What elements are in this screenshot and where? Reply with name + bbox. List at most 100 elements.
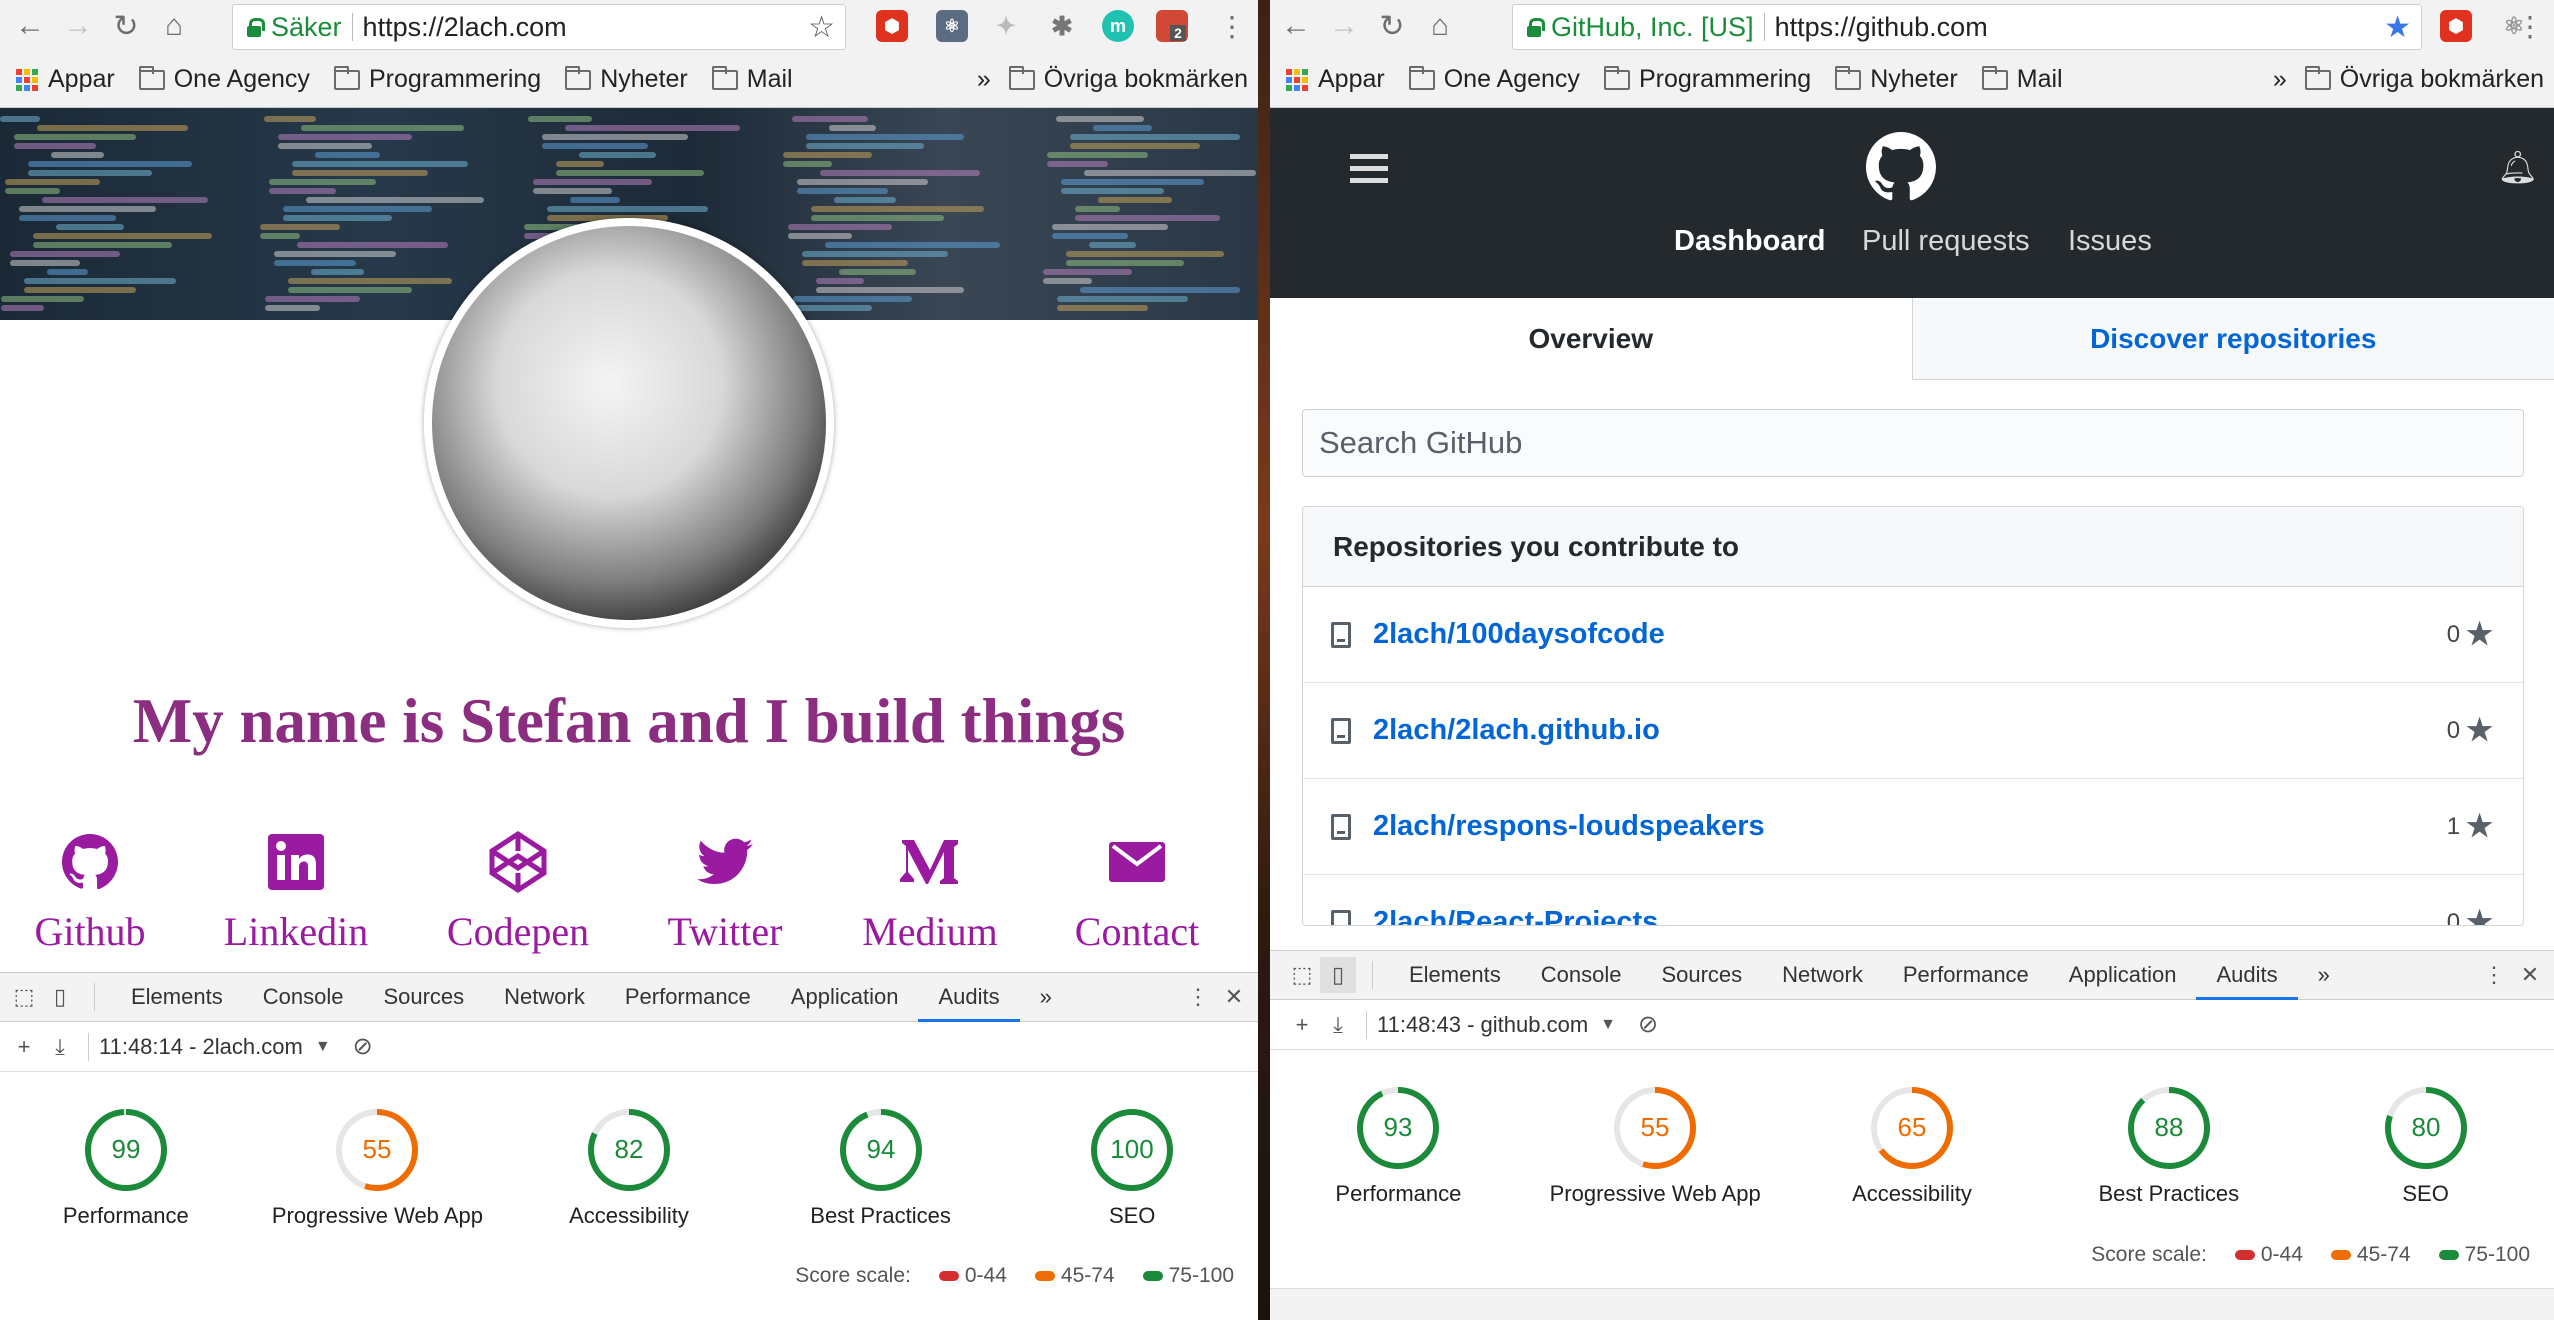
repo-link[interactable]: 2lach/100daysofcode (1373, 618, 1665, 651)
inspect-icon[interactable]: ⬚ (6, 979, 42, 1015)
nav-pull-requests[interactable]: Pull requests (1862, 225, 2030, 258)
tab-elements[interactable]: Elements (1389, 951, 1521, 999)
bookmarks-overflow-icon[interactable]: » (2273, 65, 2287, 94)
gauge-accessibility[interactable]: 82 Accessibility (503, 1105, 755, 1265)
repo-row[interactable]: 2lach/100daysofcode 0 ★ (1303, 587, 2523, 683)
social-link-codepen[interactable]: Codepen (418, 830, 618, 955)
gauge-seo[interactable]: 100 SEO (1006, 1105, 1258, 1265)
tab-network[interactable]: Network (1762, 951, 1883, 999)
dropdown-arrow-icon[interactable]: ▼ (1600, 1016, 1616, 1034)
clear-icon[interactable]: ⊘ (1638, 1010, 1658, 1039)
address-bar[interactable]: GitHub, Inc. [US] https://github.com ★ (1512, 4, 2422, 50)
tab-network[interactable]: Network (484, 973, 605, 1021)
close-devtools-icon[interactable]: ✕ (1216, 979, 1252, 1015)
bookmark-nyheter[interactable]: Nyheter (565, 65, 688, 94)
social-link-medium[interactable]: Medium (830, 830, 1030, 955)
back-icon[interactable]: ← (1276, 6, 1316, 46)
bookmark-programmering[interactable]: Programmering (1603, 65, 1811, 94)
more-tabs-icon[interactable]: » (2298, 951, 2350, 999)
close-devtools-icon[interactable]: ✕ (2512, 957, 2548, 993)
gauge-best-practices[interactable]: 88 Best Practices (2040, 1083, 2297, 1243)
more-tabs-icon[interactable]: » (1020, 973, 1072, 1021)
reload-icon[interactable]: ↻ (106, 6, 146, 46)
forward-icon[interactable]: → (58, 6, 98, 46)
bookmark-star-icon[interactable]: ☆ (808, 10, 835, 45)
tab-sources[interactable]: Sources (363, 973, 484, 1021)
tab-audits[interactable]: Audits (2196, 951, 2298, 1000)
bookmark-one-agency[interactable]: One Agency (138, 65, 310, 94)
menu-dots-icon[interactable]: ⋮ (1212, 6, 1252, 46)
inspect-icon[interactable]: ⬚ (1284, 957, 1320, 993)
repo-link[interactable]: 2lach/2lach.github.io (1373, 714, 1660, 747)
clear-icon[interactable]: ⊘ (353, 1032, 373, 1061)
tab-application[interactable]: Application (771, 973, 919, 1021)
tab-console[interactable]: Console (243, 973, 364, 1021)
gauge-performance[interactable]: 99 Performance (0, 1105, 252, 1265)
devtools-menu-icon[interactable]: ⋮ (1180, 979, 1216, 1015)
social-link-github[interactable]: Github (0, 830, 190, 955)
home-icon[interactable]: ⌂ (154, 6, 194, 46)
bookmark-nyheter[interactable]: Nyheter (1835, 65, 1958, 94)
bookmark-appar[interactable]: Appar (1286, 65, 1385, 94)
new-audit-icon[interactable]: + (6, 1029, 42, 1065)
tab-elements[interactable]: Elements (111, 973, 243, 1021)
tab-sources[interactable]: Sources (1641, 951, 1762, 999)
extension-dots-icon[interactable]: ✦ (990, 10, 1022, 42)
hamburger-icon[interactable] (1350, 154, 1388, 183)
tab-overview[interactable]: Overview (1270, 298, 1912, 380)
bookmark-mail[interactable]: Mail (711, 65, 793, 94)
ublock-extension-icon[interactable]: ⬢ (2440, 10, 2472, 42)
download-icon[interactable]: ⤓ (42, 1029, 78, 1065)
repo-row[interactable]: 2lach/respons-loudspeakers 1 ★ (1303, 779, 2523, 875)
other-bookmarks[interactable]: Övriga bokmärken (1008, 65, 1248, 94)
dropdown-arrow-icon[interactable]: ▼ (315, 1038, 331, 1056)
m-extension-icon[interactable]: m (1102, 10, 1134, 42)
notification-bell-icon[interactable]: 🔔︎ (2497, 148, 2538, 186)
report-select[interactable]: 11:48:14 - 2lach.com (99, 1034, 303, 1060)
gauge-seo[interactable]: 80 SEO (2297, 1083, 2554, 1243)
devtools-menu-icon[interactable]: ⋮ (2476, 957, 2512, 993)
calendar-extension-icon[interactable]: 2 (1156, 10, 1188, 42)
other-bookmarks[interactable]: Övriga bokmärken (2304, 65, 2544, 94)
home-icon[interactable]: ⌂ (1420, 6, 1460, 46)
address-bar[interactable]: Säker https://2lach.com ☆ (232, 4, 846, 50)
bug-icon[interactable]: ✱ (1046, 10, 1078, 42)
tab-application[interactable]: Application (2049, 951, 2197, 999)
nav-dashboard[interactable]: Dashboard (1674, 225, 1825, 258)
tab-console[interactable]: Console (1521, 951, 1642, 999)
repo-row[interactable]: 2lach/2lach.github.io 0 ★ (1303, 683, 2523, 779)
social-link-twitter[interactable]: Twitter (625, 830, 825, 955)
gauge-best-practices[interactable]: 94 Best Practices (755, 1105, 1007, 1265)
report-select[interactable]: 11:48:43 - github.com (1377, 1012, 1588, 1038)
repo-link[interactable]: 2lach/respons-loudspeakers (1373, 810, 1765, 843)
download-icon[interactable]: ⤓ (1320, 1007, 1356, 1043)
menu-dots-icon[interactable]: ⋮ (2510, 6, 2550, 46)
search-input[interactable]: Search GitHub (1302, 409, 2524, 477)
bookmark-programmering[interactable]: Programmering (333, 65, 541, 94)
device-toolbar-icon[interactable]: ▯ (1320, 957, 1356, 993)
bookmark-mail[interactable]: Mail (1981, 65, 2063, 94)
new-audit-icon[interactable]: + (1284, 1007, 1320, 1043)
ublock-extension-icon[interactable]: ⬢ (876, 10, 908, 42)
tab-performance[interactable]: Performance (1883, 951, 2049, 999)
tab-performance[interactable]: Performance (605, 973, 771, 1021)
bookmark-star-icon[interactable]: ★ (2384, 10, 2411, 45)
social-link-linkedin[interactable]: Linkedin (196, 830, 396, 955)
bookmark-one-agency[interactable]: One Agency (1408, 65, 1580, 94)
device-toolbar-icon[interactable]: ▯ (42, 979, 78, 1015)
bookmarks-overflow-icon[interactable]: » (977, 65, 991, 94)
back-icon[interactable]: ← (10, 6, 50, 46)
tab-discover-repositories[interactable]: Discover repositories (1911, 298, 2554, 380)
gauge-progressive-web-app[interactable]: 55 Progressive Web App (252, 1105, 504, 1265)
gauge-progressive-web-app[interactable]: 55 Progressive Web App (1527, 1083, 1784, 1243)
tab-audits[interactable]: Audits (918, 973, 1020, 1022)
reload-icon[interactable]: ↻ (1372, 6, 1412, 46)
forward-icon[interactable]: → (1324, 6, 1364, 46)
nav-issues[interactable]: Issues (2068, 225, 2152, 258)
repo-link[interactable]: 2lach/React-Projects (1373, 906, 1658, 925)
gauge-accessibility[interactable]: 65 Accessibility (1784, 1083, 2041, 1243)
react-devtools-icon[interactable]: ⚛ (936, 10, 968, 42)
gauge-performance[interactable]: 93 Performance (1270, 1083, 1527, 1243)
repo-row[interactable]: 2lach/React-Projects 0 ★ (1303, 875, 2523, 925)
bookmark-appar[interactable]: Appar (16, 65, 115, 94)
